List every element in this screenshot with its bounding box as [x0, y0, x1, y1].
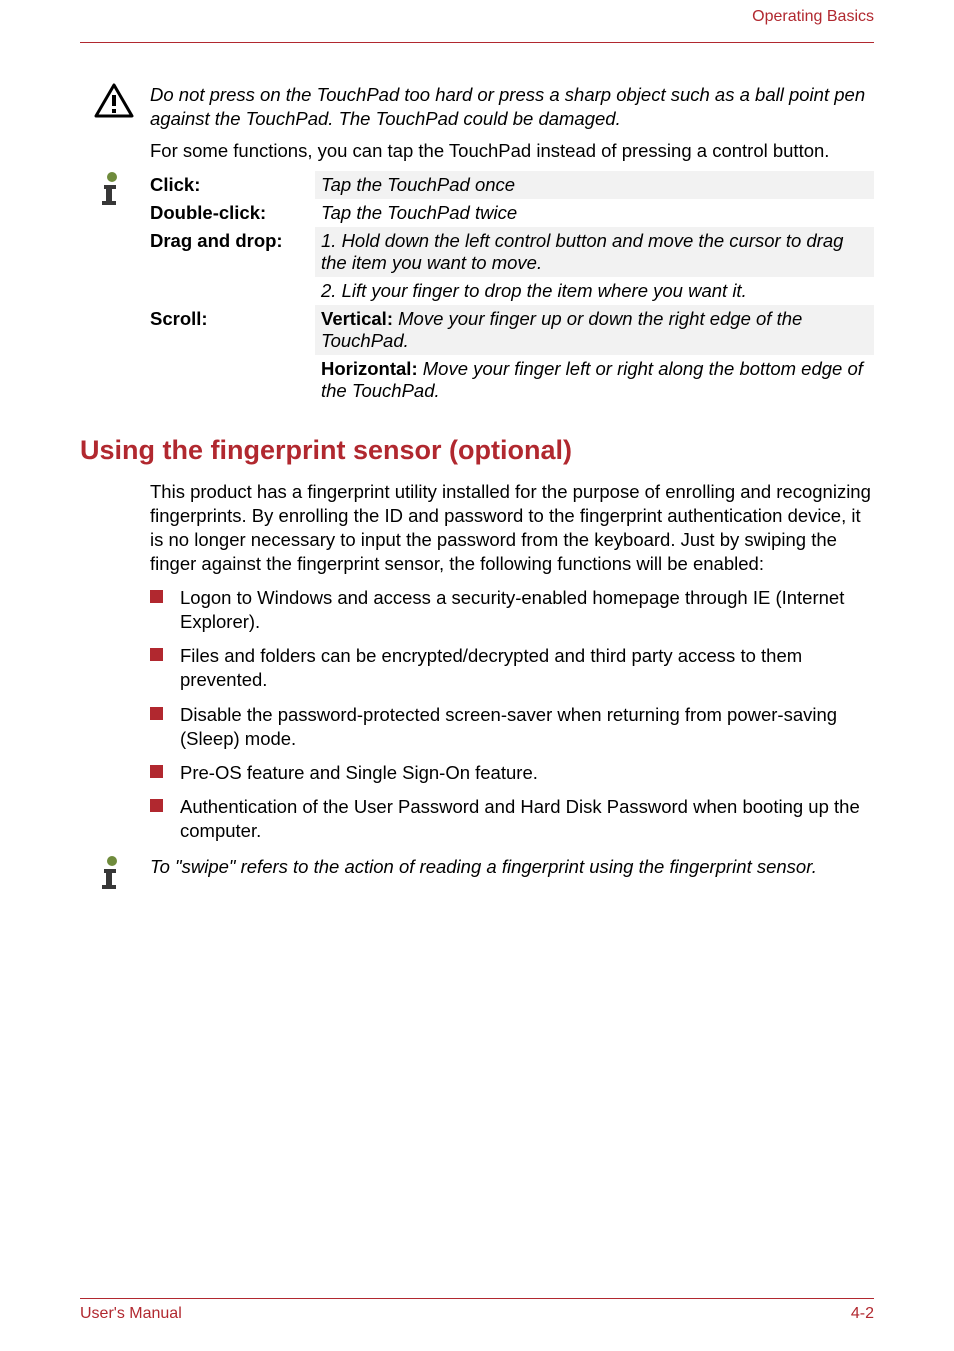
footer-rule: [80, 1298, 874, 1299]
swipe-note-text: To "swipe" refers to the action of readi…: [150, 855, 874, 896]
page-container: Operating Basics Do not press on the Tou…: [0, 0, 954, 896]
footer-row: User's Manual 4-2: [80, 1305, 874, 1323]
scroll-vert-label: Vertical:: [321, 308, 393, 329]
gesture-dblclick-desc: Tap the TouchPad twice: [315, 199, 874, 227]
gesture-row-drag2: 2. Lift your finger to drop the item whe…: [150, 277, 874, 305]
gesture-row-scroll-horiz: Horizontal: Move your finger left or rig…: [150, 355, 874, 405]
after-warning-text: For some functions, you can tap the Touc…: [150, 139, 874, 163]
warning-block: Do not press on the TouchPad too hard or…: [150, 83, 874, 131]
gesture-row-dblclick: Double-click: Tap the TouchPad twice: [150, 199, 874, 227]
warning-text: Do not press on the TouchPad too hard or…: [150, 83, 874, 131]
feature-item: Disable the password-protected screen-sa…: [174, 703, 874, 751]
gestures-table-wrap: Click: Tap the TouchPad once Double-clic…: [150, 171, 874, 405]
content-area: Do not press on the TouchPad too hard or…: [80, 43, 874, 896]
feature-list: Logon to Windows and access a security-e…: [150, 586, 874, 842]
footer-left: User's Manual: [80, 1305, 182, 1323]
feature-item: Pre-OS feature and Single Sign-On featur…: [174, 761, 874, 785]
intro-paragraph: This product has a fingerprint utility i…: [150, 480, 874, 576]
gesture-click-desc: Tap the TouchPad once: [315, 171, 874, 199]
gesture-drag-desc1: 1. Hold down the left control button and…: [315, 227, 874, 277]
page-header: Operating Basics: [80, 28, 874, 43]
footer-right: 4-2: [851, 1305, 874, 1323]
gesture-row-click: Click: Tap the TouchPad once: [150, 171, 874, 199]
gesture-scroll-label: Scroll:: [150, 305, 315, 355]
gesture-scroll-horiz: Horizontal: Move your finger left or rig…: [315, 355, 874, 405]
page-footer: User's Manual 4-2: [80, 1298, 874, 1323]
gesture-scroll-vert: Vertical: Move your finger up or down th…: [315, 305, 874, 355]
warning-icon: [94, 83, 134, 124]
gesture-dblclick-label: Double-click:: [150, 199, 315, 227]
section-heading: Using the fingerprint sensor (optional): [80, 435, 874, 466]
header-section-name: Operating Basics: [80, 8, 874, 32]
gesture-row-drag1: Drag and drop: 1. Hold down the left con…: [150, 227, 874, 277]
gesture-row-scroll-vert: Scroll: Vertical: Move your finger up or…: [150, 305, 874, 355]
info-icon: [94, 171, 134, 212]
gesture-drag-label: Drag and drop:: [150, 227, 315, 277]
gestures-table: Click: Tap the TouchPad once Double-clic…: [150, 171, 874, 405]
feature-item: Logon to Windows and access a security-e…: [174, 586, 874, 634]
feature-item: Authentication of the User Password and …: [174, 795, 874, 843]
feature-item: Files and folders can be encrypted/decry…: [174, 644, 874, 692]
gestures-block: Click: Tap the TouchPad once Double-clic…: [150, 171, 874, 405]
scroll-horiz-label: Horizontal:: [321, 358, 418, 379]
info-icon: [94, 855, 134, 896]
gesture-drag-desc2: 2. Lift your finger to drop the item whe…: [315, 277, 874, 305]
swipe-note-block: To "swipe" refers to the action of readi…: [150, 855, 874, 896]
scroll-vert-desc: Move your finger up or down the right ed…: [321, 308, 802, 351]
gesture-click-label: Click:: [150, 171, 315, 199]
